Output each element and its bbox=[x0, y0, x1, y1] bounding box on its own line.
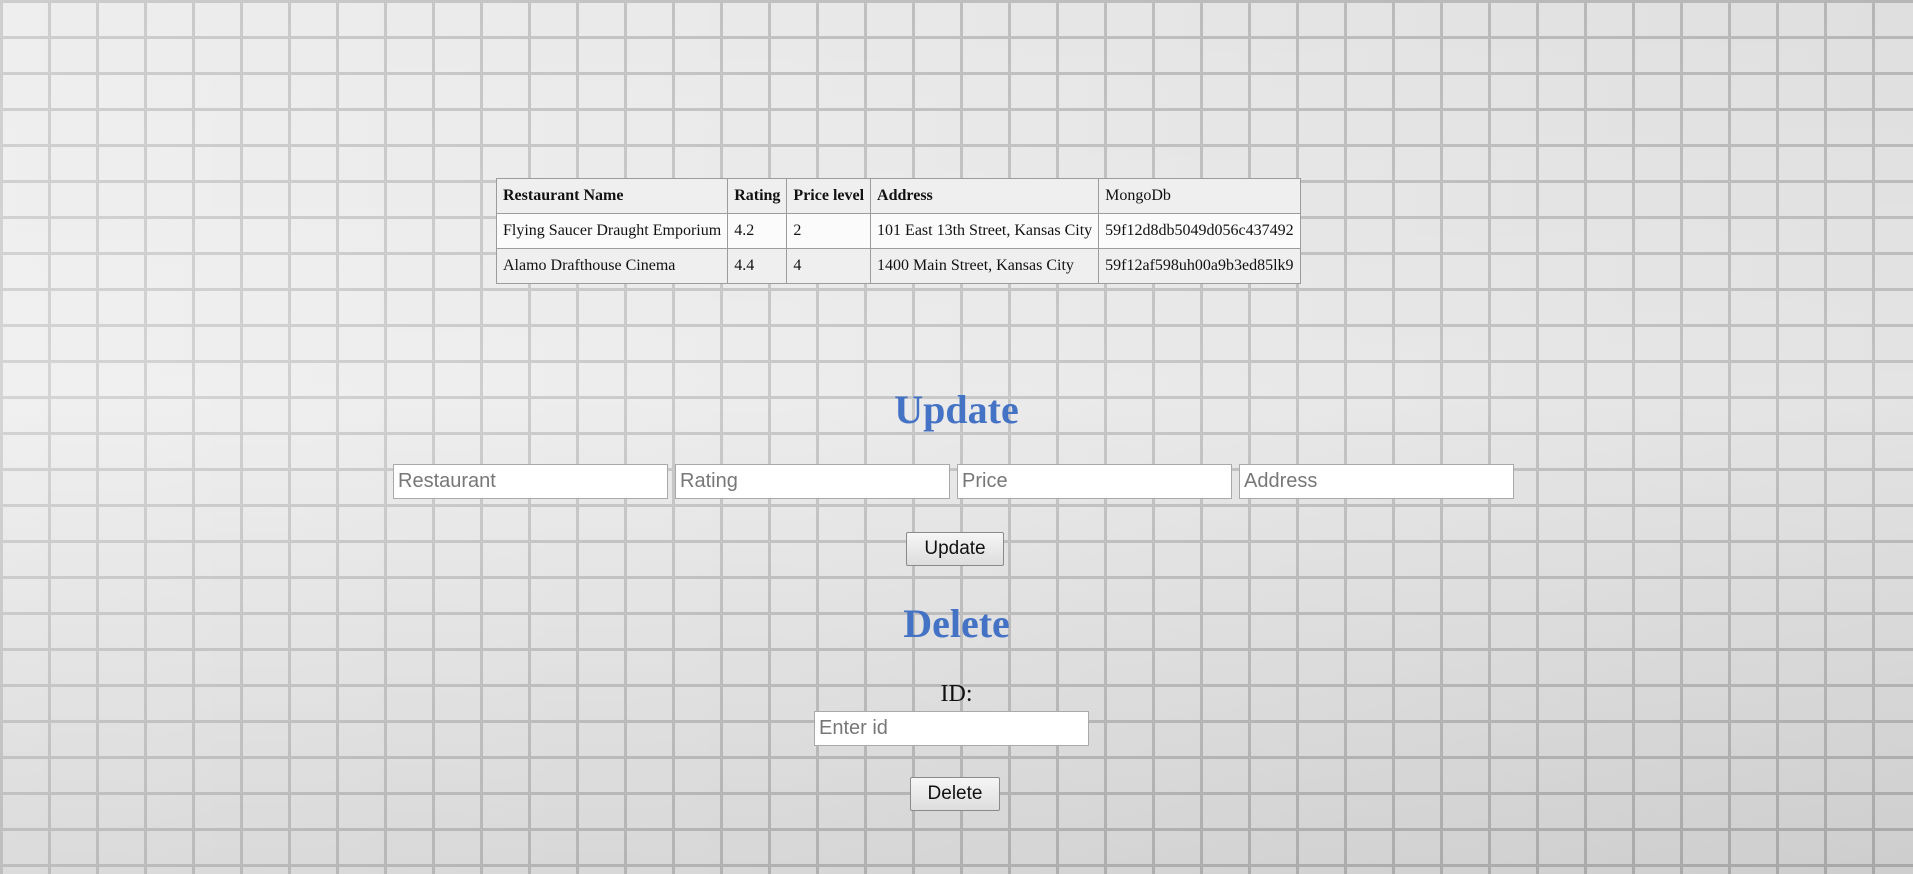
delete-button[interactable]: Delete bbox=[910, 777, 1000, 811]
restaurant-table: Restaurant Name Rating Price level Addre… bbox=[495, 178, 1301, 284]
update-heading: Update bbox=[894, 387, 1019, 432]
cell-restaurant-name: Flying Saucer Draught Emporium bbox=[495, 213, 729, 249]
rating-input[interactable] bbox=[675, 464, 950, 499]
cell-price-level: 2 bbox=[786, 213, 872, 249]
address-input[interactable] bbox=[1239, 464, 1514, 499]
id-input[interactable] bbox=[814, 711, 1089, 746]
header-price-level: Price level bbox=[786, 178, 872, 214]
cell-rating: 4.2 bbox=[727, 213, 788, 249]
restaurant-input[interactable] bbox=[393, 464, 668, 499]
header-address: Address bbox=[870, 178, 1100, 214]
update-form bbox=[393, 464, 1514, 499]
table-row: Flying Saucer Draught Emporium 4.2 2 101… bbox=[495, 213, 1301, 249]
table-header-row: Restaurant Name Rating Price level Addre… bbox=[495, 178, 1301, 214]
header-rating: Rating bbox=[727, 178, 788, 214]
cell-rating: 4.4 bbox=[727, 248, 788, 284]
id-label: ID: bbox=[940, 681, 973, 707]
cell-restaurant-name: Alamo Drafthouse Cinema bbox=[495, 248, 729, 284]
price-input[interactable] bbox=[957, 464, 1232, 499]
header-mongodb: MongoDb bbox=[1098, 178, 1301, 214]
header-restaurant-name: Restaurant Name bbox=[495, 178, 729, 214]
cell-mongodb-id: 59f12d8db5049d056c437492 bbox=[1098, 213, 1301, 249]
table-row: Alamo Drafthouse Cinema 4.4 4 1400 Main … bbox=[495, 248, 1301, 284]
cell-address: 101 East 13th Street, Kansas City bbox=[870, 213, 1100, 249]
cell-price-level: 4 bbox=[786, 248, 872, 284]
update-button[interactable]: Update bbox=[906, 532, 1004, 566]
delete-heading: Delete bbox=[903, 601, 1010, 646]
cell-mongodb-id: 59f12af598uh00a9b3ed85lk9 bbox=[1098, 248, 1301, 284]
cell-address: 1400 Main Street, Kansas City bbox=[870, 248, 1100, 284]
